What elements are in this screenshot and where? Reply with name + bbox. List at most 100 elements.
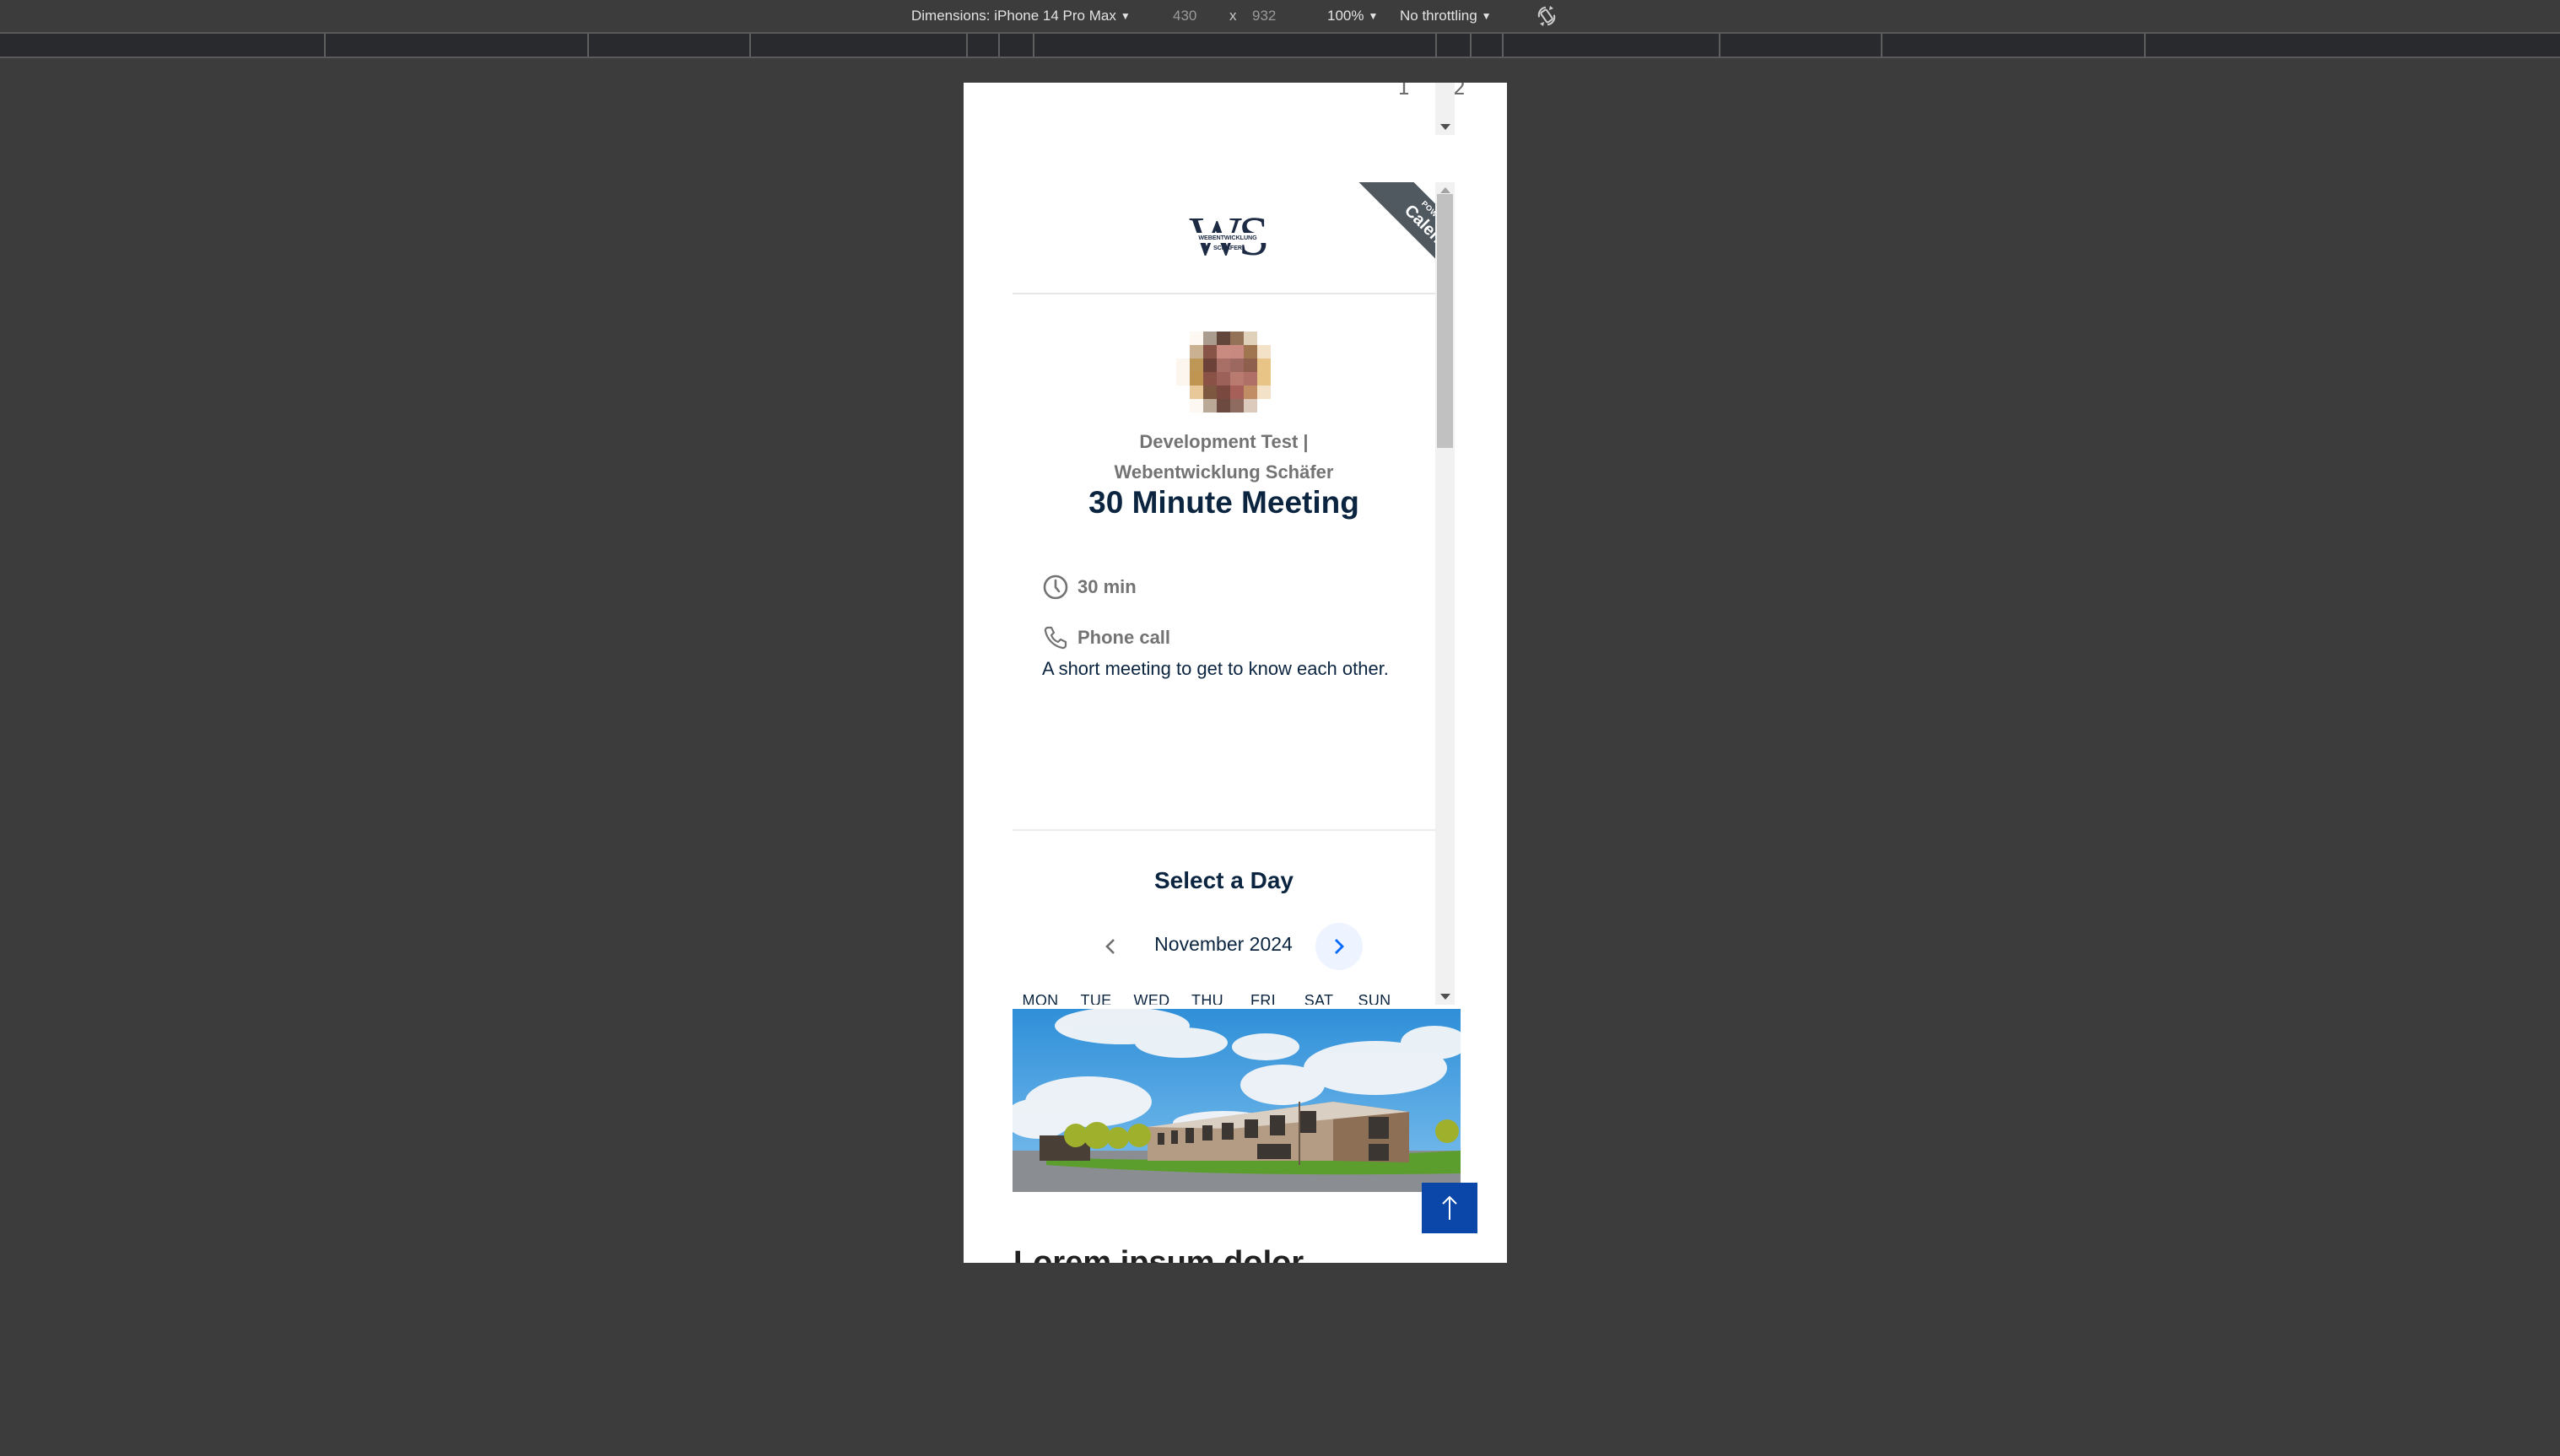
avatar-pixel xyxy=(1230,386,1244,399)
rotate-device-icon xyxy=(1537,6,1556,26)
embed-scrollbar[interactable] xyxy=(1435,83,1455,135)
section-heading: Lorem ipsum dolor xyxy=(1013,1245,1304,1263)
event-duration: 30 min xyxy=(1042,572,1137,602)
ruler-breakpoint[interactable] xyxy=(1719,34,1720,57)
throttling-dropdown[interactable]: No throttling ▼ xyxy=(1400,6,1492,26)
avatar-pixel xyxy=(1190,372,1203,386)
ruler-breakpoint[interactable] xyxy=(1435,34,1437,57)
location-text: Phone call xyxy=(1077,627,1171,648)
avatar-pixel xyxy=(1203,372,1217,386)
back-to-top-button[interactable] xyxy=(1422,1183,1477,1233)
avatar-pixel xyxy=(1203,386,1217,399)
avatar-pixel xyxy=(1190,359,1203,372)
chevron-left-icon xyxy=(1105,939,1115,954)
avatar-pixel xyxy=(1203,345,1217,359)
avatar-pixel xyxy=(1176,372,1190,386)
avatar-pixel xyxy=(1176,359,1190,372)
media-query-ruler xyxy=(0,32,2560,58)
device-dimensions-label: Dimensions: iPhone 14 Pro Max xyxy=(911,8,1116,24)
avatar-pixel xyxy=(1257,359,1271,372)
zoom-label: 100% xyxy=(1327,8,1364,24)
avatar-pixel xyxy=(1217,359,1230,372)
avatar-pixel xyxy=(1190,399,1203,413)
devtools-device-toolbar: Dimensions: iPhone 14 Pro Max ▼ 430 x 932… xyxy=(0,0,2560,32)
ruler-breakpoint[interactable] xyxy=(1033,34,1034,57)
avatar-pixel xyxy=(1190,386,1203,399)
weekday-label: TUE xyxy=(1080,992,1112,1005)
avatar-pixel xyxy=(1217,332,1230,345)
scroll-up-arrow-icon[interactable] xyxy=(1439,187,1450,193)
avatar-pixel xyxy=(1230,359,1244,372)
avatar-pixel xyxy=(1217,399,1230,413)
device-dimensions-dropdown[interactable]: Dimensions: iPhone 14 Pro Max ▼ xyxy=(911,6,1131,26)
month-navigation: November 2024 xyxy=(1013,923,1435,970)
rotate-device-button[interactable] xyxy=(1534,3,1559,29)
scroll-down-arrow-icon[interactable] xyxy=(1439,994,1450,1000)
host-name: Development Test | Webentwicklung Schäfe… xyxy=(1013,427,1435,488)
caret-down-icon: ▼ xyxy=(1120,10,1131,22)
ruler-breakpoint[interactable] xyxy=(587,34,589,57)
next-month-button[interactable] xyxy=(1315,923,1363,970)
previous-calendly-embed: 1 2 3 xyxy=(1013,83,1466,135)
avatar-pixel xyxy=(1203,359,1217,372)
ruler-breakpoint[interactable] xyxy=(998,34,1000,57)
host-avatar xyxy=(1173,321,1274,423)
throttling-label: No throttling xyxy=(1400,8,1477,24)
ruler-breakpoint[interactable] xyxy=(324,34,326,57)
avatar-pixel xyxy=(1230,372,1244,386)
ruler-breakpoint[interactable] xyxy=(1881,34,1882,57)
avatar-pixel xyxy=(1230,399,1244,413)
weekday-label: SUN xyxy=(1358,992,1391,1005)
height-input[interactable]: 932 xyxy=(1252,6,1276,26)
weekday-label: MON xyxy=(1022,992,1059,1005)
calendar-day[interactable]: 1 xyxy=(1397,83,1410,100)
chevron-right-icon xyxy=(1335,939,1344,954)
caret-down-icon: ▼ xyxy=(1481,10,1492,22)
avatar-pixel xyxy=(1203,399,1217,413)
avatar-pixel xyxy=(1190,345,1203,359)
avatar-pixel xyxy=(1244,332,1257,345)
avatar-pixel xyxy=(1257,345,1271,359)
avatar-pixel xyxy=(1257,386,1271,399)
calendar-day[interactable]: 2 xyxy=(1453,83,1466,100)
select-day-heading: Select a Day xyxy=(1154,867,1294,893)
duration-text: 30 min xyxy=(1077,576,1137,597)
ruler-breakpoint[interactable] xyxy=(966,34,968,57)
building-photo xyxy=(1013,1009,1461,1192)
width-input[interactable]: 430 xyxy=(1173,6,1196,26)
event-description: A short meeting to get to know each othe… xyxy=(1042,658,1389,679)
ruler-breakpoint[interactable] xyxy=(1502,34,1504,57)
company-logo: WS WEBENTWICKLUNG SCHÄFER xyxy=(1185,209,1270,265)
scroll-down-arrow-icon[interactable] xyxy=(1439,124,1450,130)
scrollbar-thumb[interactable] xyxy=(1437,194,1453,448)
weekday-label: WED xyxy=(1133,992,1170,1005)
avatar-pixel xyxy=(1244,372,1257,386)
weekday-label: SAT xyxy=(1304,992,1334,1005)
zoom-dropdown[interactable]: 100% ▼ xyxy=(1327,6,1378,26)
avatar-pixel xyxy=(1244,386,1257,399)
ruler-breakpoint[interactable] xyxy=(749,34,751,57)
arrow-up-icon xyxy=(1442,1195,1457,1220)
ruler-breakpoint[interactable] xyxy=(1470,34,1472,57)
avatar-pixel xyxy=(1217,345,1230,359)
ruler-breakpoint[interactable] xyxy=(2144,34,2146,57)
event-location: Phone call xyxy=(1042,623,1170,653)
weekday-header: MON TUE WED THU FRI SAT SUN xyxy=(1013,992,1435,1005)
phone-icon xyxy=(1044,626,1067,650)
weekday-label: FRI xyxy=(1250,992,1276,1005)
avatar-pixel xyxy=(1244,399,1257,413)
calendly-embed: WS WEBENTWICKLUNG SCHÄFER Development Te… xyxy=(1013,182,1455,1005)
avatar-pixel xyxy=(1230,345,1244,359)
avatar-pixel xyxy=(1203,332,1217,345)
avatar-pixel xyxy=(1217,372,1230,386)
device-viewport: 1 2 3 WS WEBENTWICKLUNG SCHÄFER Developm… xyxy=(964,83,1507,1263)
section-divider xyxy=(1013,829,1435,831)
calendly-scrollbar[interactable] xyxy=(1435,182,1455,1005)
avatar-pixel xyxy=(1257,372,1271,386)
current-month-label: November 2024 xyxy=(1154,933,1293,955)
avatar-pixel xyxy=(1244,359,1257,372)
times-separator: x xyxy=(1229,8,1237,24)
previous-month-button[interactable] xyxy=(1094,930,1127,963)
avatar-pixel xyxy=(1190,332,1203,345)
clock-icon xyxy=(1043,574,1068,600)
